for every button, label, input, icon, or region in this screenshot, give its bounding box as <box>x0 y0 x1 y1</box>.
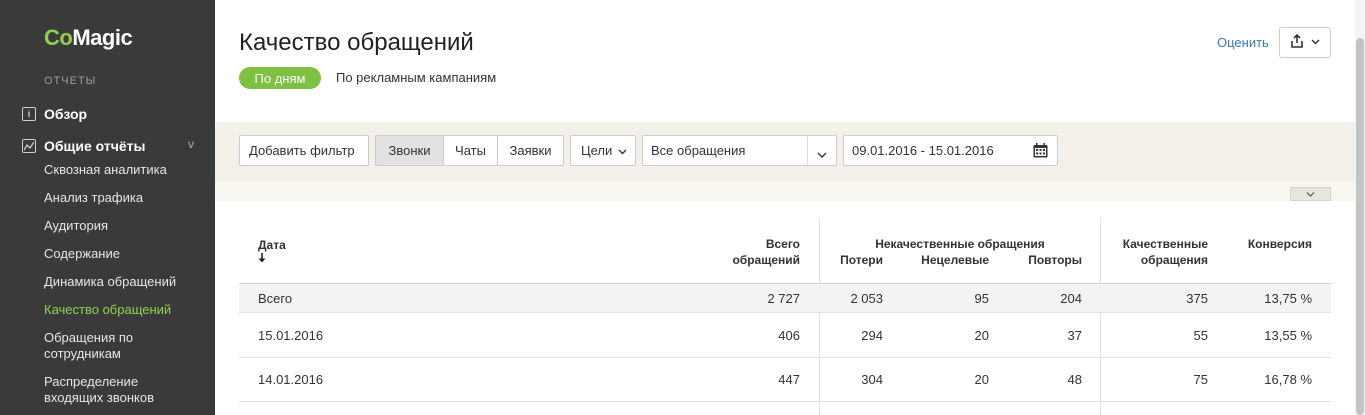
info-icon: i <box>22 107 36 121</box>
date-range-picker[interactable]: 09.01.2016 - 15.01.2016 <box>843 135 1058 166</box>
column-header-total[interactable]: Всего обращений <box>700 236 800 268</box>
cell-date[interactable]: 15.01.2016 <box>258 328 323 343</box>
sidebar-subitem-audience[interactable]: Аудитория <box>44 218 204 234</box>
requests-type-select[interactable]: Все обращения <box>642 135 837 166</box>
sidebar-item-label: Обзор <box>44 106 88 122</box>
chart-icon <box>22 139 36 153</box>
cell-conversion: 16,78 % <box>1264 372 1312 387</box>
tab-chats[interactable]: Чаты <box>443 135 498 166</box>
chevron-down-icon <box>817 147 827 162</box>
filter-subbar <box>215 181 1355 201</box>
column-divider <box>1100 217 1101 415</box>
sidebar-section-title: ОТЧЕТЫ <box>44 75 97 87</box>
sidebar-item-general-reports[interactable]: Общие отчёты v <box>22 136 202 156</box>
collapse-filters-button[interactable] <box>1290 187 1331 201</box>
sidebar-subitem-dynamics[interactable]: Динамика обращений <box>44 274 204 290</box>
cell-quality: 75 <box>1193 372 1208 387</box>
row-divider <box>239 312 1331 313</box>
sidebar-subitem-end-to-end[interactable]: Сквозная аналитика <box>44 162 204 178</box>
add-filter-button[interactable]: Добавить фильтр <box>239 135 369 166</box>
cell-total: 406 <box>778 328 800 343</box>
scrollbar-thumb[interactable] <box>1356 38 1364 415</box>
row-divider <box>239 357 1331 358</box>
share-icon <box>1290 33 1303 51</box>
cell-losses: 304 <box>861 372 883 387</box>
sidebar-subitem-quality[interactable]: Качество обращений <box>44 302 204 318</box>
tab-requests[interactable]: Заявки <box>497 135 564 166</box>
column-header-date[interactable]: Дата <box>258 237 286 264</box>
row-divider <box>239 283 1331 284</box>
cell-conversion: 13,75 % <box>1264 291 1312 306</box>
requests-type-value: Все обращения <box>651 143 746 158</box>
chevron-down-icon <box>1311 37 1320 48</box>
tab-by-campaigns[interactable]: По рекламным кампаниям <box>336 70 496 85</box>
tab-by-days[interactable]: По дням <box>239 67 321 89</box>
column-group-bad-requests: Некачественные обращения <box>875 237 1045 251</box>
export-button[interactable] <box>1279 27 1331 58</box>
chevron-down-icon <box>618 143 627 158</box>
cell-conversion: 13,55 % <box>1264 328 1312 343</box>
date-range-value: 09.01.2016 - 15.01.2016 <box>852 143 994 158</box>
cell-losses: 2 053 <box>850 291 883 306</box>
goals-dropdown[interactable]: Цели <box>570 135 636 166</box>
cell-repeats: 37 <box>1067 328 1082 343</box>
sidebar-subitem-distribution[interactable]: Распределение входящих звонков <box>44 374 164 406</box>
chevron-down-icon <box>1306 191 1315 197</box>
cell-date: Всего <box>258 291 293 306</box>
row-divider <box>239 401 1331 402</box>
sidebar-subitem-by-employees[interactable]: Обращения по сотрудникам <box>44 330 164 362</box>
calendar-icon <box>1033 143 1048 161</box>
cell-losses: 294 <box>861 328 883 343</box>
cell-untargeted: 20 <box>974 372 989 387</box>
select-divider <box>807 136 808 165</box>
sidebar-subitem-content[interactable]: Содержание <box>44 246 204 262</box>
rate-link[interactable]: Оценить <box>1217 35 1269 50</box>
page-title: Качество обращений <box>239 29 474 56</box>
column-header-losses[interactable]: Потери <box>820 252 883 268</box>
sort-arrow-down-icon <box>258 253 286 264</box>
sidebar-item-label: Общие отчёты <box>44 138 146 154</box>
column-header-untargeted[interactable]: Нецелевые <box>900 252 989 268</box>
sidebar-subitem-traffic[interactable]: Анализ трафика <box>44 190 204 206</box>
cell-untargeted: 20 <box>974 328 989 343</box>
cell-quality: 55 <box>1193 328 1208 343</box>
comagic-logo[interactable]: CoMagic <box>44 25 133 51</box>
cell-repeats: 48 <box>1067 372 1082 387</box>
chevron-down-icon: v <box>188 137 194 151</box>
tab-calls[interactable]: Звонки <box>375 135 444 166</box>
column-header-conversion[interactable]: Конверсия <box>1220 236 1312 252</box>
column-header-repeats[interactable]: Повторы <box>1000 252 1082 268</box>
cell-untargeted: 95 <box>974 291 989 306</box>
cell-date[interactable]: 14.01.2016 <box>258 372 323 387</box>
column-header-quality[interactable]: Качественные обращения <box>1108 236 1208 268</box>
cell-total: 447 <box>778 372 800 387</box>
goals-label: Цели <box>581 143 613 158</box>
sidebar-item-overview[interactable]: i Обзор <box>22 104 202 124</box>
cell-total: 2 727 <box>767 291 800 306</box>
sidebar: CoMagic ОТЧЕТЫ i Обзор Общие отчёты v Ск… <box>0 0 215 415</box>
cell-repeats: 204 <box>1060 291 1082 306</box>
cell-quality: 375 <box>1186 291 1208 306</box>
